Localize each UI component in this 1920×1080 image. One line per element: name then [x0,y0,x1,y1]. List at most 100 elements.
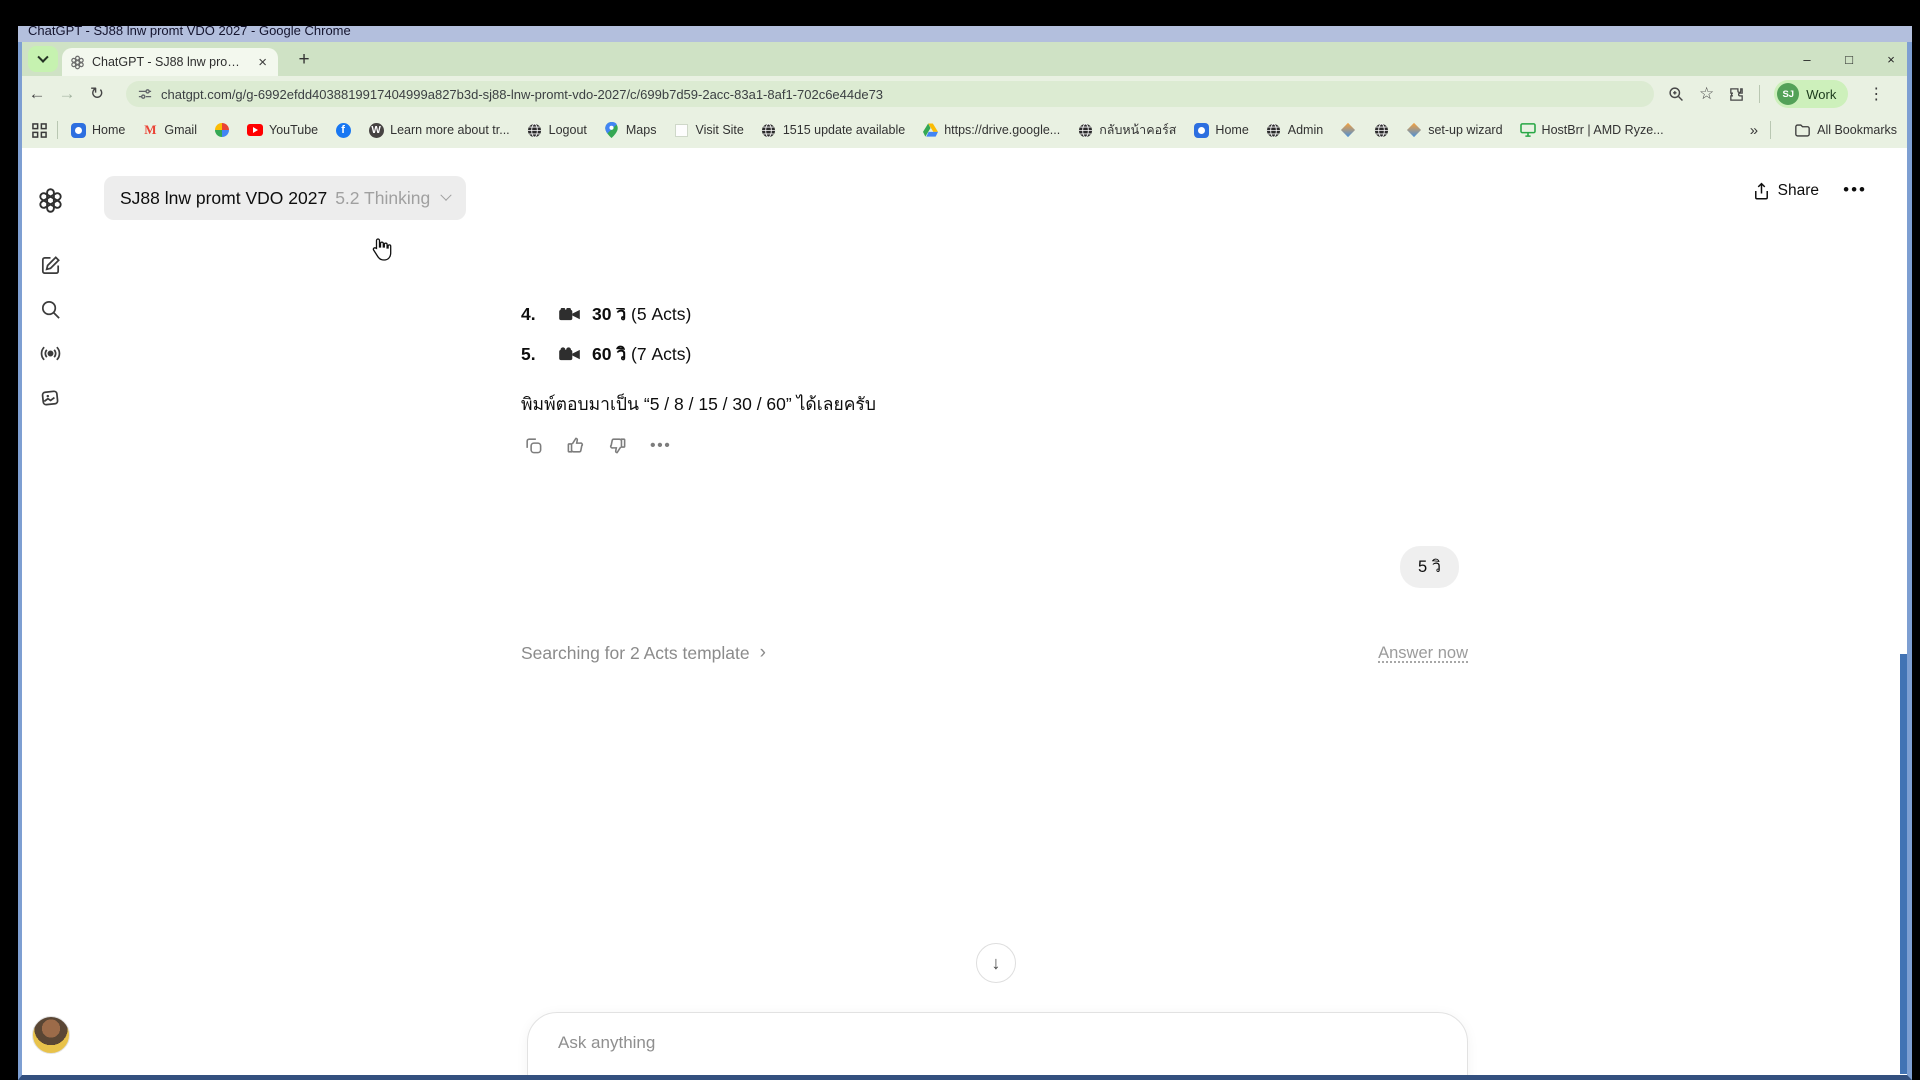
tab-title: ChatGPT - SJ88 lnw promt VDO [92,55,248,69]
divider [57,121,58,139]
bookmark-facebook[interactable]: f [335,122,351,138]
maximize-button[interactable]: □ [1841,52,1857,67]
blue-app-icon [71,123,86,138]
bookmark-admin[interactable]: Admin [1266,122,1323,138]
url-text: chatgpt.com/g/g-6992efdd4038819917404999… [161,87,883,102]
model-label: 5.2 Thinking [335,188,430,209]
profile-chip[interactable]: SJ Work [1774,80,1848,108]
zoom-icon[interactable] [1668,86,1685,103]
bookmark-course-page[interactable]: กลับหน้าคอร์ส [1077,120,1176,140]
forward-button[interactable]: → [52,84,82,104]
bookmark-hostbrr[interactable]: HostBrr | AMD Ryze... [1520,122,1664,138]
diamond-icon [1407,123,1421,137]
divider [1770,121,1771,139]
share-label: Share [1778,182,1819,200]
chatgpt-page: SJ88 lnw promt VDO 2027 5.2 Thinking Sha… [22,148,1907,1080]
tab-close-icon[interactable]: × [255,54,270,71]
extensions-icon[interactable] [1728,86,1745,103]
search-icon[interactable] [30,289,70,329]
blue-app-icon [1194,123,1209,138]
bookmarks-overflow-icon[interactable]: » [1750,122,1758,139]
sidebar [22,148,82,1080]
copy-icon[interactable] [524,436,543,455]
browser-tab[interactable]: ChatGPT - SJ88 lnw promt VDO × [62,48,278,76]
google-photos-icon [215,123,229,137]
wordpress-icon: W [369,123,384,138]
bookmark-home-1[interactable]: Home [70,122,125,138]
message-input[interactable] [558,1033,1258,1053]
browser-window: ChatGPT - SJ88 lnw promt VDO × + – □ × ←… [18,42,1912,1080]
profile-avatar: SJ [1777,83,1799,105]
close-button[interactable]: × [1883,52,1899,67]
globe-icon [1374,123,1389,138]
bookmark-photos[interactable] [214,122,230,138]
searching-status[interactable]: Searching for 2 Acts template › [521,642,766,664]
list-item-4-clipped: 4. 30 วิ (5 Acts) [521,308,691,324]
list-item-5: 5. 60 วิ (7 Acts) [521,340,691,368]
globe-icon [761,123,776,138]
bookmark-logout[interactable]: Logout [527,122,587,138]
page-scrollbar-thumb[interactable] [1900,654,1907,1074]
globe-icon [527,123,542,138]
monitor-icon [1520,123,1536,137]
bookmark-youtube[interactable]: YouTube [247,122,318,138]
movie-camera-icon [559,347,580,362]
bookmark-learn-more[interactable]: WLearn more about tr... [368,122,510,138]
chevron-down-icon [37,51,48,62]
thumbs-down-icon[interactable] [608,436,627,455]
bookmark-1515-update[interactable]: 1515 update available [761,122,905,138]
back-button[interactable]: ← [22,84,52,104]
assistant-paragraph: พิมพ์ตอบมาเป็น “5 / 8 / 15 / 30 / 60” ได… [521,390,876,418]
all-bookmarks-button[interactable]: All Bookmarks [1795,123,1897,137]
browser-toolbar: ← → ↻ chatgpt.com/g/g-6992efdd4038819917… [22,76,1907,112]
bookmark-visit-site[interactable]: Visit Site [673,122,743,138]
new-tab-button[interactable]: + [290,47,318,73]
bookmark-home-2[interactable]: Home [1193,122,1248,138]
message-more-icon[interactable]: ••• [650,436,671,455]
facebook-icon: f [336,123,351,138]
browser-menu-icon[interactable]: ⋮ [1862,84,1890,104]
globe-icon [1266,123,1281,138]
minimize-button[interactable]: – [1799,52,1815,67]
window-controls: – □ × [1799,42,1899,76]
new-chat-icon[interactable] [30,245,70,285]
bookmark-maps[interactable]: Maps [604,122,657,138]
tab-search-button[interactable] [28,46,58,72]
scroll-to-bottom-button[interactable]: ↓ [976,943,1016,983]
folder-icon [1795,124,1810,137]
library-images-icon[interactable] [30,378,70,418]
window-title: ChatGPT - SJ88 lnw promt VDO 2027 - Goog… [28,26,1912,38]
composer: + Thinking [527,1012,1468,1080]
bookmark-drive[interactable]: https://drive.google... [922,122,1060,138]
bookmarks-bar: Home MGmail YouTube f WLearn more about … [22,112,1907,148]
voice-broadcast-icon[interactable] [30,333,70,373]
bookmark-star-icon[interactable]: ☆ [1699,84,1714,104]
bookmark-icon-only-2[interactable] [1373,122,1389,138]
address-bar[interactable]: chatgpt.com/g/g-6992efdd4038819917404999… [126,81,1654,107]
bookmark-icon-only-1[interactable] [1340,122,1356,138]
status-row: Searching for 2 Acts template › Answer n… [521,642,1468,664]
toolbar-icons: ☆ SJ Work ⋮ [1668,80,1890,108]
bookmark-setup-wizard[interactable]: set-up wizard [1406,122,1502,138]
thumbs-up-icon[interactable] [566,436,585,455]
gmail-icon: M [142,122,158,138]
bookmark-gmail[interactable]: MGmail [142,122,197,138]
site-settings-icon[interactable] [138,87,152,101]
maps-pin-icon [605,122,618,138]
conversation-title-dropdown[interactable]: SJ88 lnw promt VDO 2027 5.2 Thinking [104,176,466,220]
apps-grid-icon[interactable] [32,123,47,138]
user-avatar[interactable] [32,1016,70,1054]
diamond-icon [1341,123,1355,137]
message-actions: ••• [524,436,671,455]
movie-camera-icon [559,308,580,322]
answer-now-link[interactable]: Answer now [1378,644,1468,663]
reload-button[interactable]: ↻ [82,84,112,104]
user-message-bubble: 5 วิ [1400,546,1459,588]
share-upload-icon [1753,182,1770,200]
chatgpt-logo-icon[interactable] [30,180,70,220]
conversation-title: SJ88 lnw promt VDO 2027 [120,188,327,209]
drive-icon [923,123,938,137]
share-button[interactable]: Share [1753,182,1819,200]
chevron-down-icon [441,190,452,201]
conversation-more-icon[interactable]: ••• [1843,180,1867,200]
